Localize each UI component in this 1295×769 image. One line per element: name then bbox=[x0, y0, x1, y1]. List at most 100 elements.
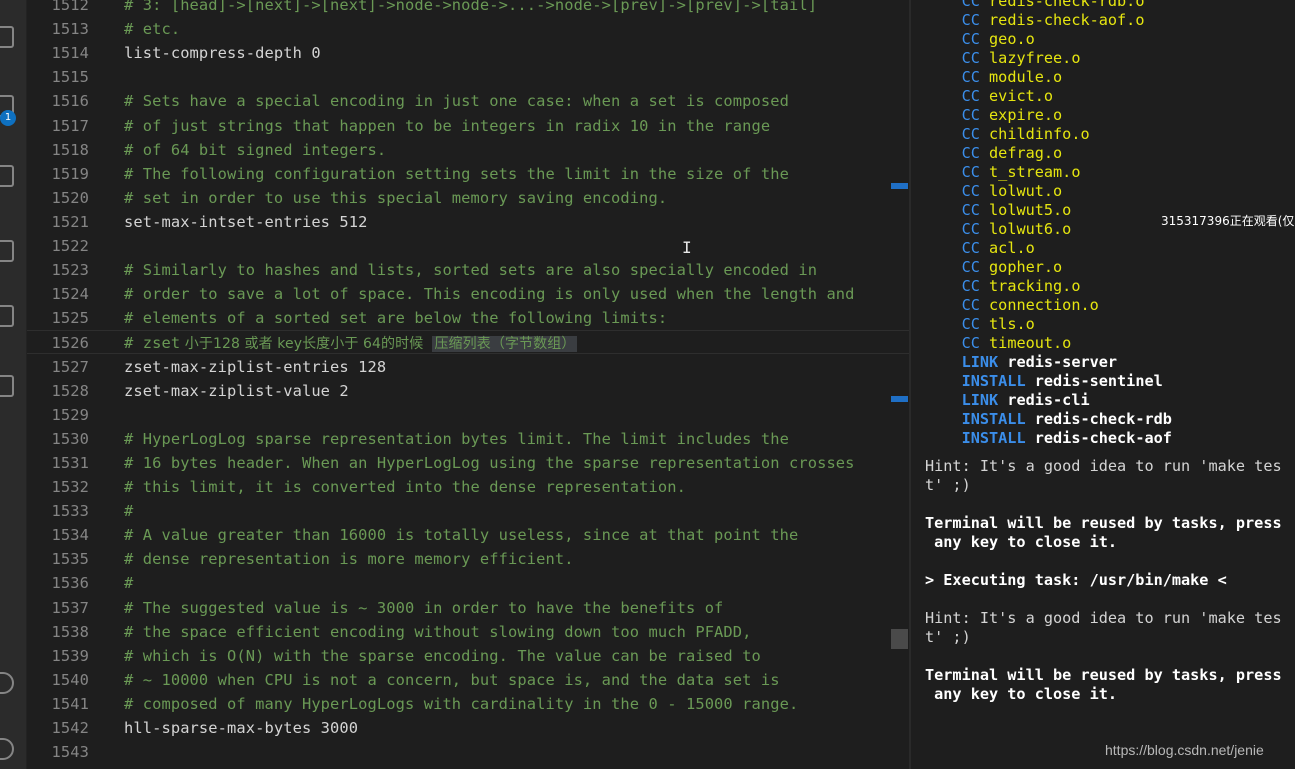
extensions-icon[interactable] bbox=[0, 240, 14, 262]
terminal-line: CC lolwut5.o bbox=[925, 201, 1072, 220]
line-number: 1524 bbox=[51, 285, 89, 304]
build-step-prefix: CC bbox=[961, 0, 980, 10]
selected-comment-text: 压缩列表（字节数组） bbox=[432, 336, 578, 353]
line-number: 1528 bbox=[51, 381, 89, 400]
comment-text: # of 64 bit signed integers. bbox=[124, 140, 387, 159]
link-target: redis-check-rdb bbox=[1034, 410, 1172, 428]
terminal-line: t' ;) bbox=[925, 476, 971, 495]
line-number: 1521 bbox=[51, 212, 89, 231]
terminal-line: CC lolwut6.o bbox=[925, 220, 1072, 239]
terminal-line: LINK redis-server bbox=[925, 353, 1117, 372]
overview-ruler-marker bbox=[891, 396, 908, 402]
executing-task-text: > Executing task: /usr/bin/make < bbox=[925, 571, 1227, 589]
terminal-reuse-text: Terminal will be reused by tasks, press bbox=[925, 514, 1282, 532]
code-text: zset-max-ziplist-value 2 bbox=[124, 379, 349, 403]
config-text: hll-sparse-max-bytes 3000 bbox=[124, 719, 359, 737]
terminal-line: CC expire.o bbox=[925, 106, 1063, 125]
terminal-line: CC redis-check-aof.o bbox=[925, 11, 1145, 30]
build-object-file: redis-check-rdb.o bbox=[989, 0, 1145, 10]
comment-text: # the space efficient encoding without s… bbox=[124, 622, 752, 641]
terminal-line: CC gopher.o bbox=[925, 258, 1063, 277]
line-number: 1523 bbox=[51, 261, 89, 280]
terminal-line: CC tls.o bbox=[925, 315, 1035, 334]
build-step-prefix: CC bbox=[961, 296, 980, 314]
line-number: 1535 bbox=[51, 550, 89, 569]
line-number: 1534 bbox=[51, 526, 89, 545]
build-step-prefix: CC bbox=[961, 334, 980, 352]
comment-text: # elements of a sorted set are below the… bbox=[124, 309, 668, 328]
code-line[interactable]: 1526 # zset 小于128 或者 key长度小于 64的时候 压缩列表（字… bbox=[27, 330, 909, 355]
hint-text: Hint: It's a good idea to run 'make tes bbox=[925, 609, 1282, 627]
editor-scrollbar-thumb[interactable] bbox=[891, 629, 908, 649]
link-step-keyword: LINK bbox=[961, 353, 999, 371]
line-number: 1519 bbox=[51, 164, 89, 183]
terminal-line: Terminal will be reused by tasks, press bbox=[925, 666, 1282, 685]
line-number: 1525 bbox=[51, 309, 89, 328]
code-editor[interactable]: 1512 # 3: [head]->[next]->[next]->node->n… bbox=[27, 0, 909, 769]
code-text: # composed of many HyperLogLogs with car… bbox=[124, 692, 798, 716]
line-number: 1514 bbox=[51, 44, 89, 63]
watermark: https://blog.csdn.net/jenie bbox=[1105, 742, 1264, 758]
link-target: redis-sentinel bbox=[1034, 372, 1163, 390]
comment-text: # order to save a lot of space. This enc… bbox=[124, 285, 855, 304]
comment-text: # set in order to use this special memor… bbox=[124, 188, 668, 207]
comment-text: # Similarly to hashes and lists, sorted … bbox=[124, 261, 818, 280]
line-number: 1531 bbox=[51, 453, 89, 472]
files-icon[interactable] bbox=[0, 26, 14, 48]
code-text: # The suggested value is ~ 3000 in order… bbox=[124, 596, 723, 620]
build-object-file: geo.o bbox=[989, 30, 1035, 48]
viewer-notice: 315317396正在观看(仅本 bbox=[1161, 214, 1295, 228]
build-object-file: connection.o bbox=[989, 296, 1099, 314]
line-number: 1541 bbox=[51, 694, 89, 713]
settings-gear-icon[interactable] bbox=[0, 738, 14, 760]
link-step-keyword: LINK bbox=[961, 391, 999, 409]
link-step-keyword: INSTALL bbox=[961, 372, 1026, 390]
line-number: 1516 bbox=[51, 92, 89, 111]
code-text: # 16 bytes header. When an HyperLogLog u… bbox=[124, 451, 855, 475]
comment-text: # which is O(N) with the sparse encoding… bbox=[124, 646, 761, 665]
line-number: 1517 bbox=[51, 116, 89, 135]
line-number: 1539 bbox=[51, 646, 89, 665]
line-number: 1537 bbox=[51, 598, 89, 617]
build-object-file: lazyfree.o bbox=[989, 49, 1081, 67]
build-step-prefix: CC bbox=[961, 11, 980, 29]
comment-text: # dense representation is more memory ef… bbox=[124, 550, 574, 569]
build-object-file: defrag.o bbox=[989, 144, 1063, 162]
code-text: # ~ 10000 when CPU is not a concern, but… bbox=[124, 668, 780, 692]
line-number: 1518 bbox=[51, 140, 89, 159]
comment-text: # The following configuration setting se… bbox=[124, 164, 789, 183]
build-step-prefix: CC bbox=[961, 239, 980, 257]
terminal-line: CC tracking.o bbox=[925, 277, 1081, 296]
terminal-line: CC defrag.o bbox=[925, 144, 1063, 163]
code-text: # The following configuration setting se… bbox=[124, 162, 789, 186]
line-number: 1532 bbox=[51, 478, 89, 496]
build-object-file: childinfo.o bbox=[989, 125, 1090, 143]
overview-ruler-marker bbox=[891, 183, 908, 189]
build-step-prefix: CC bbox=[961, 106, 980, 124]
run-debug-icon[interactable] bbox=[0, 165, 14, 187]
build-object-file: lolwut5.o bbox=[989, 201, 1072, 219]
config-text: zset-max-ziplist-value 2 bbox=[124, 381, 349, 400]
code-text: # order to save a lot of space. This enc… bbox=[124, 282, 855, 306]
link-step-keyword: INSTALL bbox=[961, 410, 1026, 428]
build-step-prefix: CC bbox=[961, 201, 980, 219]
remote-explorer-icon[interactable] bbox=[0, 305, 14, 327]
terminal-line: CC childinfo.o bbox=[925, 125, 1090, 144]
terminal-line: CC redis-check-rdb.o bbox=[925, 0, 1145, 11]
terminal-line: Hint: It's a good idea to run 'make tes bbox=[925, 609, 1282, 628]
build-object-file: redis-check-aof.o bbox=[989, 11, 1145, 29]
account-icon[interactable] bbox=[0, 672, 14, 694]
hint-text: Hint: It's a good idea to run 'make tes bbox=[925, 457, 1282, 475]
build-object-file: expire.o bbox=[989, 106, 1063, 124]
build-step-prefix: CC bbox=[961, 277, 980, 295]
terminal-panel[interactable]: CC redis-check-rdb.o CC redis-check-aof.… bbox=[911, 0, 1295, 769]
build-step-prefix: CC bbox=[961, 68, 980, 86]
line-number: 1520 bbox=[51, 188, 89, 207]
activity-bar: 1 bbox=[0, 0, 27, 769]
build-step-prefix: CC bbox=[961, 125, 980, 143]
build-object-file: acl.o bbox=[989, 239, 1035, 257]
testing-icon[interactable] bbox=[0, 375, 14, 397]
comment-text: 小于128 或者 key长度小于 64的时候 bbox=[180, 336, 433, 353]
hint-text: t' ;) bbox=[925, 628, 971, 646]
terminal-line: Hint: It's a good idea to run 'make tes bbox=[925, 457, 1282, 476]
